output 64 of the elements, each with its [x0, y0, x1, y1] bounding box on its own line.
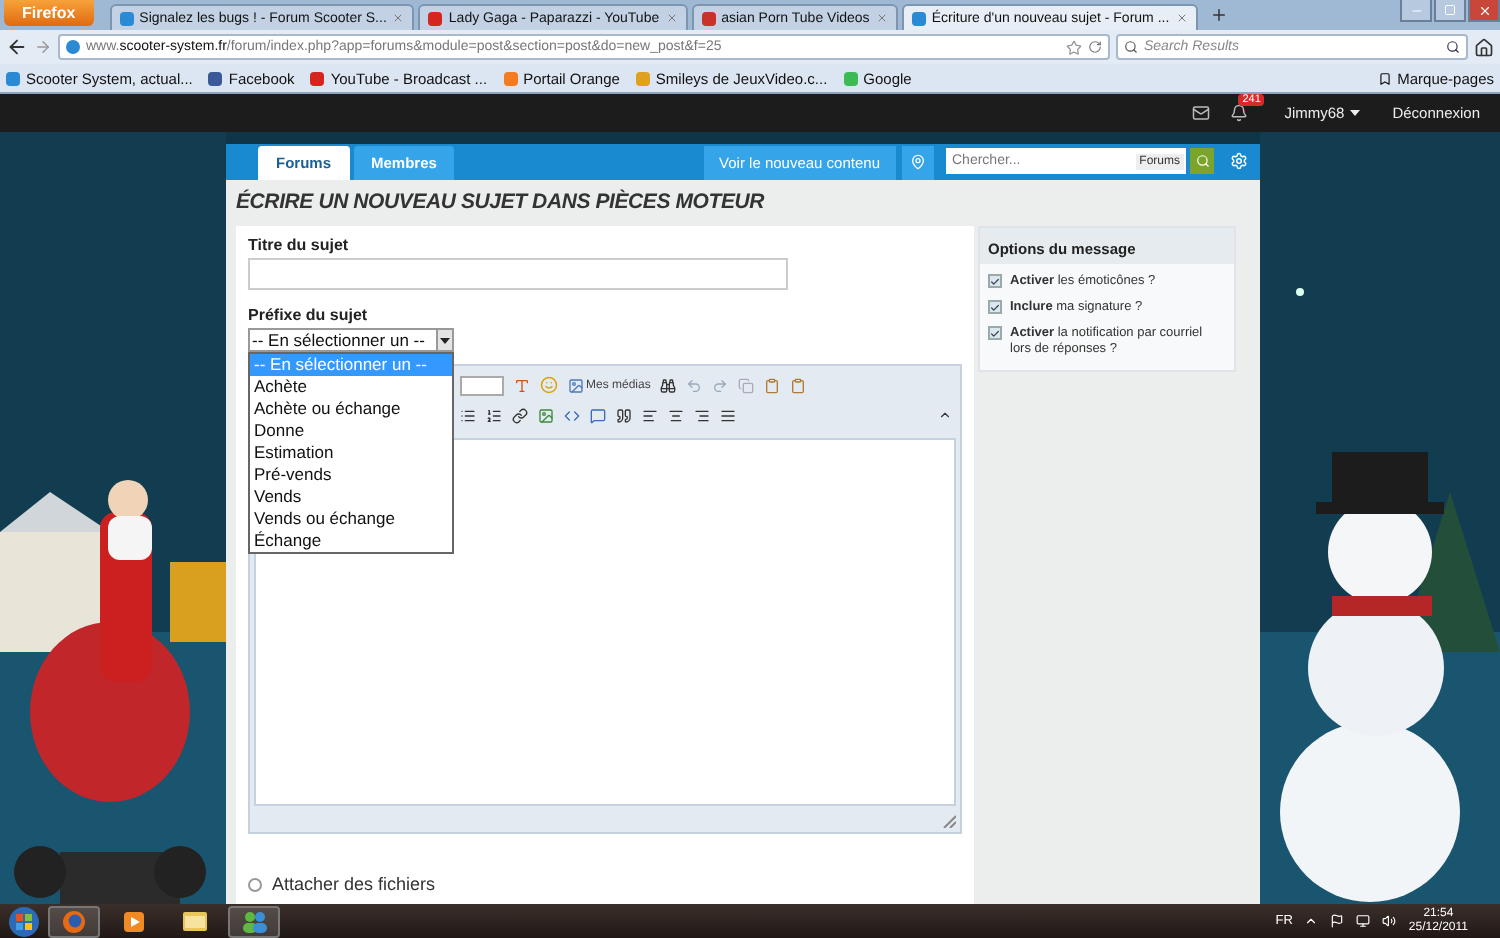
align-center-icon[interactable]	[668, 407, 684, 423]
close-icon[interactable]	[875, 12, 888, 24]
image-icon[interactable]	[538, 407, 554, 423]
home-button[interactable]	[1474, 37, 1494, 57]
resize-grip-icon[interactable]	[942, 814, 956, 828]
code-icon[interactable]	[564, 407, 580, 423]
attach-files-label[interactable]: Attacher des fichiers	[272, 874, 436, 894]
tray-expand-icon	[1304, 914, 1319, 928]
minimize-button[interactable]	[1400, 0, 1432, 22]
numbered-list-icon[interactable]	[486, 407, 502, 423]
maximize-button[interactable]	[1434, 0, 1466, 22]
search-button[interactable]	[1190, 148, 1214, 175]
radio-button[interactable]	[248, 877, 262, 891]
caret-icon	[440, 337, 450, 343]
close-icon[interactable]	[1175, 12, 1188, 24]
reload-icon[interactable]	[1088, 40, 1102, 54]
close-icon[interactable]	[665, 12, 678, 24]
paste-icon[interactable]	[764, 377, 781, 393]
flag-icon	[1330, 914, 1345, 928]
maximize-icon	[1444, 4, 1456, 16]
caret-icon	[1350, 110, 1361, 116]
align-justify-icon[interactable]	[720, 407, 736, 423]
paste-icon[interactable]	[790, 377, 807, 393]
field-label: Préfixe du sujet	[248, 306, 370, 324]
network-icon	[1356, 914, 1371, 928]
folder-icon	[181, 910, 207, 932]
checkbox[interactable]	[988, 274, 1002, 288]
speech-bubble-icon[interactable]	[590, 407, 606, 423]
checkbox[interactable]	[988, 326, 1002, 340]
start-button[interactable]	[8, 905, 40, 937]
search-icon	[1195, 154, 1209, 169]
close-icon	[1477, 3, 1491, 17]
checkbox[interactable]	[988, 300, 1002, 314]
search-icon	[1124, 40, 1138, 54]
font-color-icon[interactable]	[514, 377, 530, 393]
title-input[interactable]	[248, 258, 788, 290]
field-label: Titre du sujet	[248, 236, 351, 254]
volume-icon	[1382, 914, 1397, 928]
image-icon	[568, 377, 584, 393]
close-button[interactable]	[1468, 0, 1500, 22]
page-title: ÉCRIRE UN NOUVEAU SUJET DANS PIÈCES MOTEUR	[234, 187, 767, 219]
close-icon[interactable]	[392, 12, 405, 24]
star-icon[interactable]	[1066, 39, 1082, 55]
site-icon	[66, 40, 80, 54]
media-player-icon	[122, 909, 146, 933]
mail-icon[interactable]	[1192, 104, 1211, 122]
pin-icon[interactable]	[902, 145, 934, 180]
prefix-select[interactable]: -- En sélectionner un --	[248, 328, 454, 352]
quote-icon[interactable]	[616, 407, 632, 423]
binoculars-icon[interactable]	[660, 377, 677, 393]
bell-icon[interactable]	[1230, 104, 1249, 122]
search-icon[interactable]	[1446, 40, 1460, 54]
link-icon[interactable]	[512, 407, 528, 423]
align-right-icon[interactable]	[694, 407, 710, 423]
browser-icon	[62, 909, 86, 933]
forward-button[interactable]	[34, 38, 52, 56]
collapse-icon[interactable]	[938, 408, 952, 422]
align-left-icon[interactable]	[642, 407, 658, 423]
list-icon[interactable]	[460, 407, 476, 423]
bookmark-icon	[1377, 71, 1392, 85]
back-button[interactable]	[6, 36, 28, 58]
people-icon	[241, 909, 267, 933]
size-select[interactable]	[460, 375, 504, 395]
new-tab-button[interactable]	[1209, 6, 1228, 24]
